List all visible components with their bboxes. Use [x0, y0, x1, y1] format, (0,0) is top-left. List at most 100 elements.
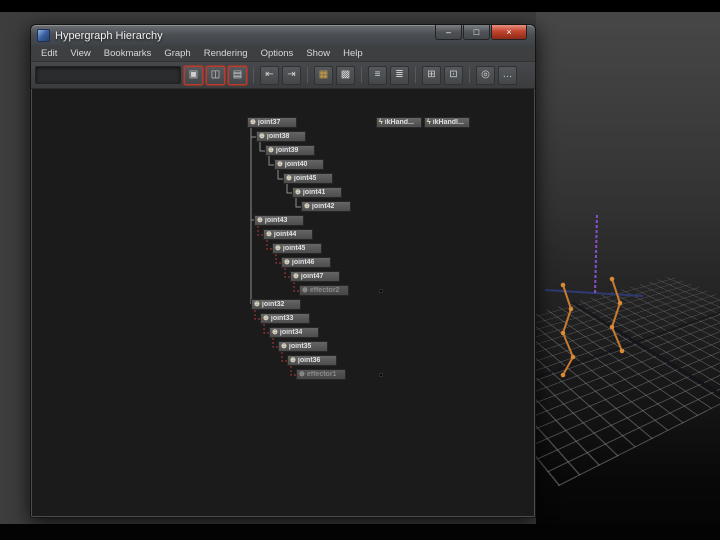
joint-node[interactable]: ⊕joint39 [265, 145, 315, 156]
menu-bookmarks[interactable]: Bookmarks [104, 48, 152, 59]
effector-icon: ⊕ [302, 287, 308, 294]
hypergraph-window: Hypergraph Hierarchy – □ × Edit View Bookm… [30, 24, 536, 518]
node-label: joint45 [283, 245, 306, 252]
joint-node[interactable]: ⊕joint32 [251, 299, 301, 310]
node-label: joint35 [289, 343, 312, 350]
joint-icon: ⊕ [295, 189, 301, 196]
screen: Hypergraph Hierarchy – □ × Edit View Bookm… [0, 0, 720, 540]
joint-node[interactable]: ⊕joint46 [281, 257, 331, 268]
node-label: joint47 [301, 273, 324, 280]
joint-node[interactable]: ⊕joint40 [274, 159, 324, 170]
connection-dot [379, 289, 383, 293]
ikhandle-icon: ϟ [427, 119, 431, 126]
node-label: ikHandl... [433, 119, 464, 126]
joint-node[interactable]: ⊕joint41 [292, 187, 342, 198]
toolbar-separator [307, 67, 308, 83]
hypergraph-canvas[interactable]: ⊕joint37⊕joint38⊕joint39⊕joint40⊕joint45… [32, 89, 534, 516]
toolbar-separator [361, 67, 362, 83]
node-label: joint43 [265, 217, 288, 224]
node-label: joint41 [303, 189, 326, 196]
toolbar-separator [469, 67, 470, 83]
joint-marker [610, 325, 615, 330]
joint-marker [618, 301, 623, 306]
frame-all-button[interactable]: ⊞ [422, 66, 441, 85]
toolbar-search-input[interactable] [35, 66, 181, 84]
joint-marker [569, 307, 574, 312]
maximize-button[interactable]: □ [463, 25, 490, 40]
menu-rendering[interactable]: Rendering [204, 48, 248, 59]
joint-icon: ⊕ [284, 259, 290, 266]
node-label: joint32 [262, 301, 285, 308]
compact-view-button[interactable]: ≣ [390, 66, 409, 85]
toolbar-separator [253, 67, 254, 83]
node-label: joint33 [271, 315, 294, 322]
joint-node[interactable]: ⊕joint42 [301, 201, 351, 212]
close-button[interactable]: × [491, 25, 527, 40]
menu-edit[interactable]: Edit [41, 48, 57, 59]
joint-marker [561, 373, 566, 378]
joint-node[interactable]: ⊕joint33 [260, 313, 310, 324]
toolbar-separator [415, 67, 416, 83]
menu-show[interactable]: Show [306, 48, 330, 59]
node-label: effector2 [310, 287, 340, 294]
ikhandle-node[interactable]: ϟikHand... [376, 117, 422, 128]
node-label: joint44 [274, 231, 297, 238]
list-view-button[interactable]: ≡ [368, 66, 387, 85]
bottom-black-strip [0, 524, 720, 540]
wire [545, 290, 643, 296]
menu-graph[interactable]: Graph [164, 48, 190, 59]
joint-icon: ⊕ [304, 203, 310, 210]
effector-icon: ⊕ [299, 371, 305, 378]
bookmarks-button[interactable]: ▦ [314, 66, 333, 85]
window-title: Hypergraph Hierarchy [55, 30, 163, 42]
overflow-button[interactable]: … [498, 66, 517, 85]
ikhandle-node[interactable]: ϟikHandl... [424, 117, 470, 128]
node-label: joint38 [267, 133, 290, 140]
joint-node[interactable]: ⊕joint38 [256, 131, 306, 142]
joint-icon: ⊕ [275, 245, 281, 252]
node-label: joint42 [312, 203, 335, 210]
joint-icon: ⊕ [281, 343, 287, 350]
node-label: joint39 [276, 147, 299, 154]
joint-node[interactable]: ⊕joint35 [278, 341, 328, 352]
joint-marker [571, 355, 576, 360]
graph-downstream-button[interactable]: ⇥ [282, 66, 301, 85]
graph-upstream-button[interactable]: ⇤ [260, 66, 279, 85]
minimize-button[interactable]: – [435, 25, 462, 40]
window-titlebar[interactable]: Hypergraph Hierarchy – □ × [31, 25, 535, 46]
wire [563, 285, 573, 375]
frame-selection-button[interactable]: ⊡ [444, 66, 463, 85]
node-label: joint34 [280, 329, 303, 336]
joint-node[interactable]: ⊕joint44 [263, 229, 313, 240]
connection-dot [379, 373, 383, 377]
joint-node[interactable]: ⊕joint36 [287, 355, 337, 366]
viewport-scene-art [536, 12, 720, 524]
window-icon[interactable] [37, 29, 50, 42]
joint-icon: ⊕ [290, 357, 296, 364]
joint-icon: ⊕ [254, 301, 260, 308]
joint-node[interactable]: ⊕joint45 [272, 243, 322, 254]
joint-node[interactable]: ⊕joint37 [247, 117, 297, 128]
joint-icon: ⊕ [268, 147, 274, 154]
menu-help[interactable]: Help [343, 48, 363, 59]
toggle-auto-layout-button[interactable]: ◫ [206, 66, 225, 85]
toggle-orientation-button[interactable]: ▤ [228, 66, 247, 85]
menu-options[interactable]: Options [261, 48, 294, 59]
joint-marker [561, 331, 566, 336]
node-label: joint45 [294, 175, 317, 182]
joint-node[interactable]: ⊕joint45 [283, 173, 333, 184]
node-label: joint37 [258, 119, 281, 126]
joint-icon: ⊕ [259, 133, 265, 140]
toolbar: ▣◫▤ ⇤⇥ ▦▩ ≡≣ ⊞⊡ ◎… [31, 62, 535, 89]
joint-node[interactable]: ⊕joint34 [269, 327, 319, 338]
focus-button[interactable]: ◎ [476, 66, 495, 85]
create-bookmark-button[interactable]: ▩ [336, 66, 355, 85]
menu-view[interactable]: View [70, 48, 90, 59]
effector-node[interactable]: ⊕effector2 [299, 285, 349, 296]
joint-node[interactable]: ⊕joint47 [290, 271, 340, 282]
menu-bar: Edit View Bookmarks Graph Rendering Options Sh… [31, 46, 535, 62]
toggle-freeform-layout-button[interactable]: ▣ [184, 66, 203, 85]
viewport-3d[interactable] [536, 12, 720, 524]
effector-node[interactable]: ⊕effector1 [296, 369, 346, 380]
joint-node[interactable]: ⊕joint43 [254, 215, 304, 226]
